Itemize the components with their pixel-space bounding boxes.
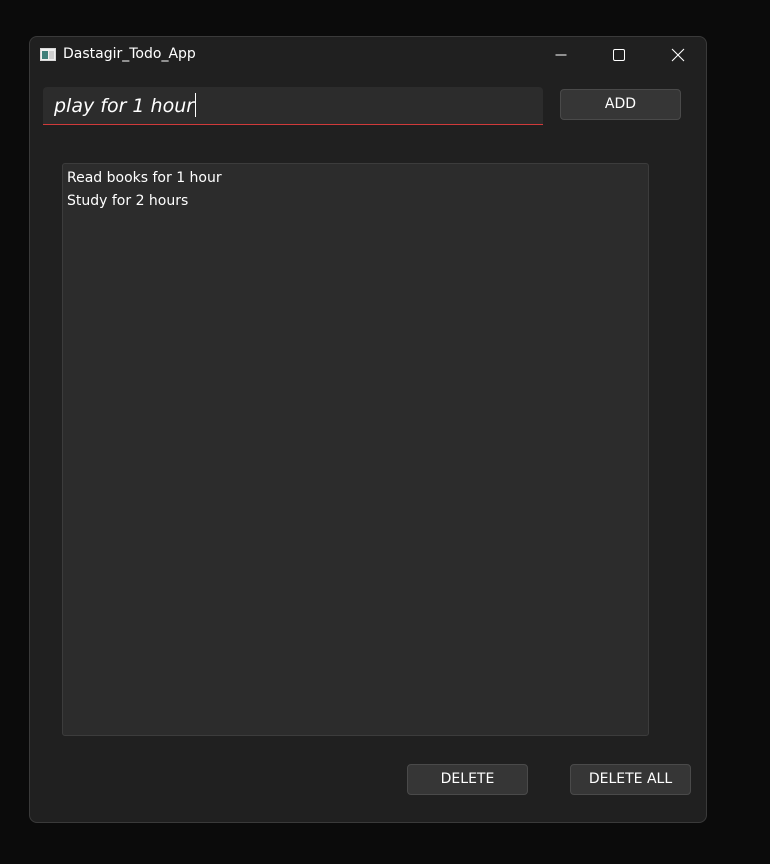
task-input-value: play for 1 hour: [54, 95, 195, 117]
close-button[interactable]: [649, 37, 706, 73]
list-item[interactable]: Read books for 1 hour: [63, 167, 648, 190]
delete-button[interactable]: DELETE: [407, 764, 528, 795]
add-button[interactable]: ADD: [560, 89, 681, 120]
title-bar[interactable]: Dastagir_Todo_App: [30, 37, 706, 73]
list-item[interactable]: Study for 2 hours: [63, 190, 648, 213]
app-window: Dastagir_Todo_App play for 1 hour ADD Re…: [29, 36, 707, 823]
maximize-icon: [613, 49, 625, 61]
app-icon: [40, 48, 56, 61]
todo-list[interactable]: Read books for 1 hour Study for 2 hours: [62, 163, 649, 736]
window-title: Dastagir_Todo_App: [63, 46, 196, 62]
close-icon: [671, 48, 685, 62]
minimize-button[interactable]: [532, 37, 590, 73]
text-caret: [195, 93, 197, 117]
delete-all-button[interactable]: DELETE ALL: [570, 764, 691, 795]
minimize-icon: [555, 54, 567, 56]
task-input[interactable]: play for 1 hour: [43, 87, 543, 125]
maximize-button[interactable]: [590, 37, 648, 73]
